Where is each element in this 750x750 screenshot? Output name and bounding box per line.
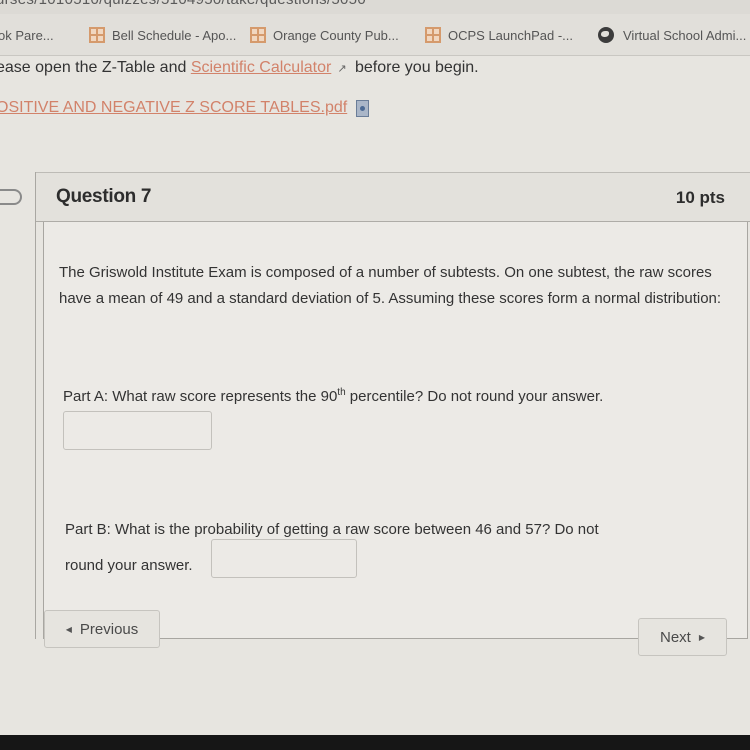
question-points: 10 pts [675,188,725,207]
ordinal-suffix: th [337,387,346,398]
z-table-pdf-link[interactable]: OSITIVE AND NEGATIVE Z SCORE TABLES.pdf [0,99,347,117]
flag-question-icon[interactable] [0,189,22,205]
bookmark-label: Virtual School Admi... [623,27,747,43]
bookmark-item[interactable]: OCPS LaunchPad -... [425,24,573,46]
part-b-answer-input[interactable] [211,539,357,578]
bookmark-label: Orange County Pub... [273,27,399,43]
bookmark-label: ok Pare... [0,27,54,43]
question-stem: The Griswold Institute Exam is composed … [59,264,722,307]
document-preview-icon[interactable] [356,99,370,117]
question-card: Question 7 10 pts The Griswold Institute… [35,172,750,639]
scientific-calculator-link[interactable]: Scientific Calculator [191,59,332,76]
screen-bezel [0,735,750,750]
question-header: Question 7 10 pts [36,172,750,222]
grid-icon [425,27,441,43]
intro-text-start: ease open the Z-Table and [0,59,191,76]
bookmark-item[interactable]: Virtual School Admi... [598,24,746,46]
caret-right-icon: ▶ [698,632,705,642]
external-link-icon: ↗ [337,63,347,75]
part-a-prompt: Part A: What raw score represents the 90… [63,387,603,405]
address-bar[interactable]: urses/1010510/quizzes/5104950/take/quest… [0,0,750,14]
bookmark-label: Bell Schedule - Apo... [112,27,237,43]
url-text: urses/1010510/quizzes/5104950/take/quest… [0,0,366,8]
part-a-text: Part A: What raw score represents the 90 [63,388,338,405]
bookmark-label: OCPS LaunchPad -... [448,27,574,43]
question-title: Question 7 [56,186,152,207]
part-b-prompt-continued: round your answer. [65,557,193,574]
intro-text-end: before you begin. [350,59,479,76]
part-b-prompt: Part B: What is the probability of getti… [65,521,599,538]
next-button[interactable]: Next ▶ [638,618,727,656]
question-body: The Griswold Institute Exam is composed … [43,222,748,639]
bookmarks-bar: ok Pare... Bell Schedule - Apo... Orange… [0,14,750,56]
bookmark-item[interactable]: Bell Schedule - Apo... [89,24,236,46]
part-a-text-end: percentile? Do not round your answer. [345,388,604,405]
bookmark-item[interactable]: Orange County Pub... [250,24,399,46]
caret-left-icon: ◀ [65,624,72,634]
next-label: Next [660,628,691,646]
globe-icon [598,27,614,43]
pdf-row: OSITIVE AND NEGATIVE Z SCORE TABLES.pdf [0,99,370,117]
intro-text: ease open the Z-Table and Scientific Cal… [0,59,479,77]
previous-label: Previous [79,620,139,638]
part-a-answer-input[interactable] [63,411,212,450]
previous-button[interactable]: ◀ Previous [44,610,160,648]
bookmark-item[interactable]: ok Pare... [0,24,54,46]
grid-icon [250,27,266,43]
grid-icon [89,27,105,43]
